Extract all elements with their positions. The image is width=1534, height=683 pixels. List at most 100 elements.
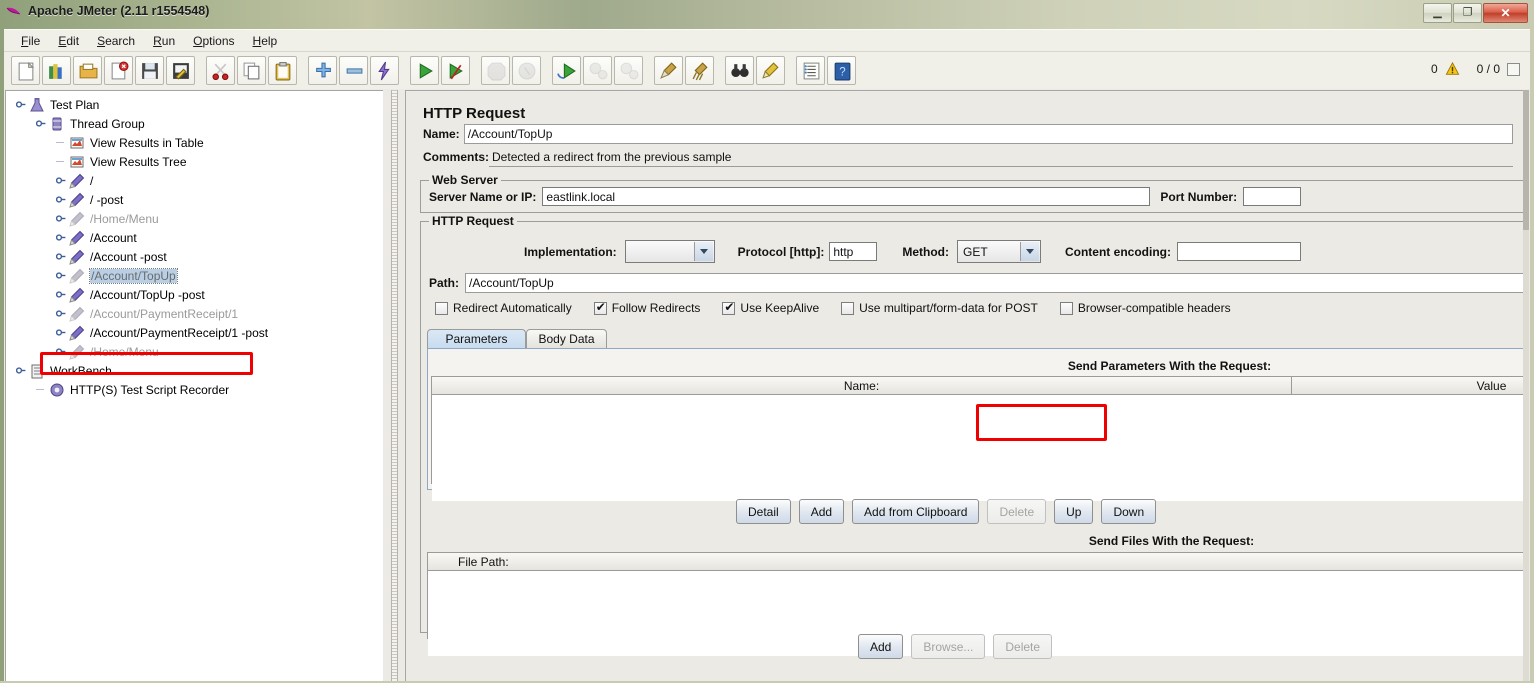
start-remote-all-button[interactable] — [552, 56, 581, 85]
test-plan-tree-panel[interactable]: Test Plan Thread Group View Results in Tab… — [5, 90, 383, 682]
minimize-button[interactable]: ▁ — [1423, 3, 1452, 23]
close-button[interactable]: ✕ — [1483, 3, 1528, 23]
menu-file[interactable]: File — [12, 32, 49, 50]
port-number-input[interactable] — [1243, 187, 1302, 206]
tree-expand-handle-closed-icon[interactable] — [56, 346, 67, 357]
right-panel-scrollbar[interactable] — [1523, 90, 1529, 682]
tree-node[interactable]: /Account/TopUp — [6, 266, 383, 285]
tree-node[interactable]: HTTP(S) Test Script Recorder — [6, 380, 383, 399]
menu-run[interactable]: Run — [144, 32, 184, 50]
start-no-pauses-button[interactable] — [441, 56, 470, 85]
checkbox-use-keepalive[interactable]: Use KeepAlive — [722, 300, 819, 315]
checkbox-redirect-automatically[interactable]: Redirect Automatically — [435, 301, 572, 315]
checkbox-unchecked-icon[interactable] — [1059, 301, 1073, 315]
tree-node[interactable]: WorkBench — [6, 361, 383, 380]
tree-node[interactable]: View Results Tree — [6, 152, 383, 171]
checkbox-use-multipart-form-data-for-post[interactable]: Use multipart/form-data for POST — [841, 301, 1038, 315]
parameters-table-body[interactable] — [432, 395, 1528, 501]
parameters-column-header[interactable]: Value — [1292, 377, 1528, 395]
tree-expand-handle-closed-icon[interactable] — [56, 270, 67, 281]
add-button[interactable]: Add — [858, 634, 904, 659]
up-button[interactable]: Up — [1054, 499, 1094, 524]
menu-search[interactable]: Search — [88, 32, 144, 50]
method-select[interactable]: GET — [956, 240, 1041, 263]
maximize-button[interactable]: ❐ — [1453, 3, 1482, 23]
tab-body-data[interactable]: Body Data — [526, 329, 607, 348]
tree-expand-handle-closed-icon[interactable] — [56, 308, 67, 319]
search-button[interactable] — [725, 56, 754, 85]
tree-node[interactable]: View Results in Table — [6, 133, 383, 152]
chevron-down-icon[interactable] — [693, 242, 713, 261]
split-divider-grip[interactable] — [391, 90, 398, 682]
protocol-input[interactable]: http — [829, 242, 878, 261]
split-divider[interactable] — [385, 90, 405, 682]
add-button[interactable]: Add — [798, 499, 845, 524]
tree-expand-handle-closed-icon[interactable] — [56, 175, 67, 186]
start-button[interactable] — [410, 56, 439, 85]
tree-expand-handle-closed-icon[interactable] — [56, 232, 67, 243]
tree-node[interactable]: /Account/PaymentReceipt/1 — [6, 304, 383, 323]
checkbox-follow-redirects[interactable]: Follow Redirects — [593, 300, 700, 315]
tree-expand-handle-closed-icon[interactable] — [56, 251, 67, 262]
tree-expand-handle-open-icon[interactable] — [36, 118, 47, 129]
implementation-select[interactable] — [624, 240, 715, 263]
templates-button[interactable] — [42, 56, 71, 85]
files-table[interactable]: File Path:Parameter Name:MIME Type: — [427, 552, 1528, 656]
close-button[interactable] — [104, 56, 133, 85]
content-encoding-input[interactable] — [1176, 242, 1301, 261]
server-name-input[interactable]: eastlink.local — [542, 187, 1151, 206]
tree-node[interactable]: Test Plan — [6, 95, 383, 114]
name-input[interactable]: /Account/TopUp — [463, 124, 1513, 144]
clear-all-button[interactable] — [685, 56, 714, 85]
save-button[interactable] — [135, 56, 164, 85]
tree-node[interactable]: /Home/Menu — [6, 209, 383, 228]
tree-node[interactable]: /Account/PaymentReceipt/1 -post — [6, 323, 383, 342]
menu-help[interactable]: Help — [244, 32, 287, 50]
detail-button[interactable]: Detail — [736, 499, 791, 524]
cut-button[interactable] — [206, 56, 235, 85]
tree-expand-handle-closed-icon[interactable] — [56, 327, 67, 338]
open-button[interactable] — [73, 56, 102, 85]
tree-node[interactable]: /Account/TopUp -post — [6, 285, 383, 304]
reset-search-button[interactable] — [756, 56, 785, 85]
help-button[interactable]: ? — [827, 56, 856, 85]
tree-node[interactable]: /Account — [6, 228, 383, 247]
toggle-button[interactable] — [370, 56, 399, 85]
tab-parameters[interactable]: Parameters — [427, 329, 526, 348]
clear-button[interactable] — [654, 56, 683, 85]
tree-node[interactable]: Thread Group — [6, 114, 383, 133]
checkbox-unchecked-icon[interactable] — [841, 301, 855, 315]
checkbox-unchecked-icon[interactable] — [435, 301, 448, 315]
down-button[interactable]: Down — [1101, 499, 1157, 524]
tree-expand-handle-closed-icon[interactable] — [56, 194, 67, 205]
parameters-table[interactable]: Name:ValueEncode?Include Equals? — [431, 376, 1528, 501]
tree-expand-handle-closed-icon[interactable] — [56, 289, 67, 300]
tree-node[interactable]: / — [6, 171, 383, 190]
collapse-all-button[interactable] — [339, 56, 368, 85]
menu-edit[interactable]: Edit — [49, 32, 88, 50]
checkbox-browser-compatible-headers[interactable]: Browser-compatible headers — [1059, 301, 1231, 315]
new-button[interactable] — [11, 56, 40, 85]
tree-expand-handle-closed-icon[interactable] — [56, 213, 67, 224]
menu-options[interactable]: Options — [184, 32, 243, 50]
scrollbar-thumb[interactable] — [1523, 90, 1529, 230]
copy-button[interactable] — [237, 56, 266, 85]
test-plan-tree[interactable]: Test Plan Thread Group View Results in Tab… — [6, 91, 383, 399]
expand-all-button[interactable] — [308, 56, 337, 85]
checkbox-checked-icon[interactable] — [593, 300, 607, 315]
comments-input[interactable]: Detected a redirect from the previous sa… — [489, 147, 1513, 167]
tree-expand-handle-open-icon[interactable] — [16, 365, 27, 376]
parameters-column-header[interactable]: Name: — [432, 377, 1292, 395]
tree-expand-handle-open-icon[interactable] — [16, 99, 27, 110]
path-input[interactable]: /Account/TopUp — [465, 273, 1528, 293]
tree-node[interactable]: /Home/Menu — [6, 342, 383, 361]
chevron-down-icon[interactable] — [1019, 242, 1039, 261]
files-column-header[interactable]: File Path: — [428, 553, 1528, 571]
paste-button[interactable] — [268, 56, 297, 85]
function-helper-button[interactable] — [796, 56, 825, 85]
save-as-button[interactable] — [166, 56, 195, 85]
tree-node[interactable]: / -post — [6, 190, 383, 209]
add-from-clipboard-button[interactable]: Add from Clipboard — [852, 499, 980, 524]
checkbox-checked-icon[interactable] — [722, 300, 736, 315]
tree-node[interactable]: /Account -post — [6, 247, 383, 266]
